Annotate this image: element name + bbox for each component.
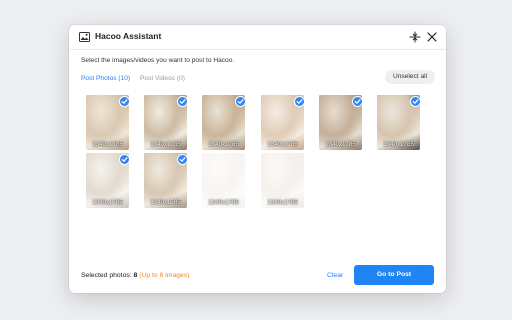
photo-thumbnail[interactable]: 1340x1785 — [202, 153, 245, 208]
checkmark-icon[interactable] — [410, 96, 420, 107]
checkmark-icon[interactable] — [294, 96, 304, 107]
checkmark-icon[interactable] — [177, 96, 187, 107]
photo-size-label: 1340x1785 — [92, 141, 123, 148]
collapse-icon[interactable] — [409, 31, 421, 43]
close-icon[interactable] — [426, 31, 438, 43]
photo-thumbnail[interactable]: 1340x1785 — [377, 95, 420, 150]
photo-thumbnail[interactable]: 1340x1785 — [86, 153, 129, 208]
clear-button[interactable]: Clear — [327, 272, 343, 279]
photo-size-label: 1340x1785 — [150, 199, 181, 206]
photo-thumbnail[interactable]: 1340x1785 — [86, 95, 129, 150]
photo-size-label: 1340x1785 — [208, 199, 239, 206]
selected-count: 8 — [133, 272, 138, 279]
checkmark-icon[interactable] — [119, 154, 129, 165]
selection-limit: (Up to 8 images) — [139, 272, 190, 279]
hacoo-assistant-dialog: Hacoo Assistant Select the images/videos… — [69, 25, 446, 293]
photo-size-label: 1340x1785 — [267, 141, 298, 148]
checkmark-icon[interactable] — [119, 96, 129, 107]
photo-thumbnail[interactable]: 1340x1785 — [261, 153, 304, 208]
photo-thumbnail[interactable]: 1340x1785 — [144, 153, 187, 208]
checkmark-icon[interactable] — [235, 96, 245, 107]
photo-thumbnail[interactable]: 1340x1785 — [261, 95, 304, 150]
selected-prefix: Selected photos: — [81, 272, 134, 279]
photo-thumbnail[interactable]: 1340x1785 — [202, 95, 245, 150]
title-bar: Hacoo Assistant — [69, 25, 446, 50]
go-to-post-button[interactable]: Go to Post — [354, 265, 434, 285]
photo-size-label: 1340x1785 — [150, 141, 181, 148]
selected-photos-summary: Selected photos: 8 (Up to 8 images) — [81, 272, 189, 279]
photo-thumbnail[interactable]: 1340x1785 — [144, 95, 187, 150]
tab-post-videos[interactable]: Post Videos (0) — [140, 75, 185, 82]
photo-size-label: 1340x1785 — [92, 199, 123, 206]
checkmark-icon[interactable] — [352, 96, 362, 107]
checkmark-icon[interactable] — [177, 154, 187, 165]
instruction-text: Select the images/videos you want to pos… — [81, 57, 235, 64]
tab-post-photos[interactable]: Post Photos (10) — [81, 75, 130, 82]
unselect-all-button[interactable]: Unselect all — [385, 70, 435, 84]
photo-grid: 1340x1785 1340x1785 1340x1785 1340x1785 1340… — [81, 95, 441, 217]
photo-thumbnail[interactable]: 1340x1785 — [319, 95, 362, 150]
photo-size-label: 1340x1785 — [267, 199, 298, 206]
window-title: Hacoo Assistant — [95, 31, 162, 41]
photo-size-label: 1340x1785 — [383, 141, 414, 148]
photo-size-label: 1340x1785 — [208, 141, 239, 148]
image-icon — [79, 32, 90, 42]
photo-size-label: 1340x1785 — [325, 141, 356, 148]
